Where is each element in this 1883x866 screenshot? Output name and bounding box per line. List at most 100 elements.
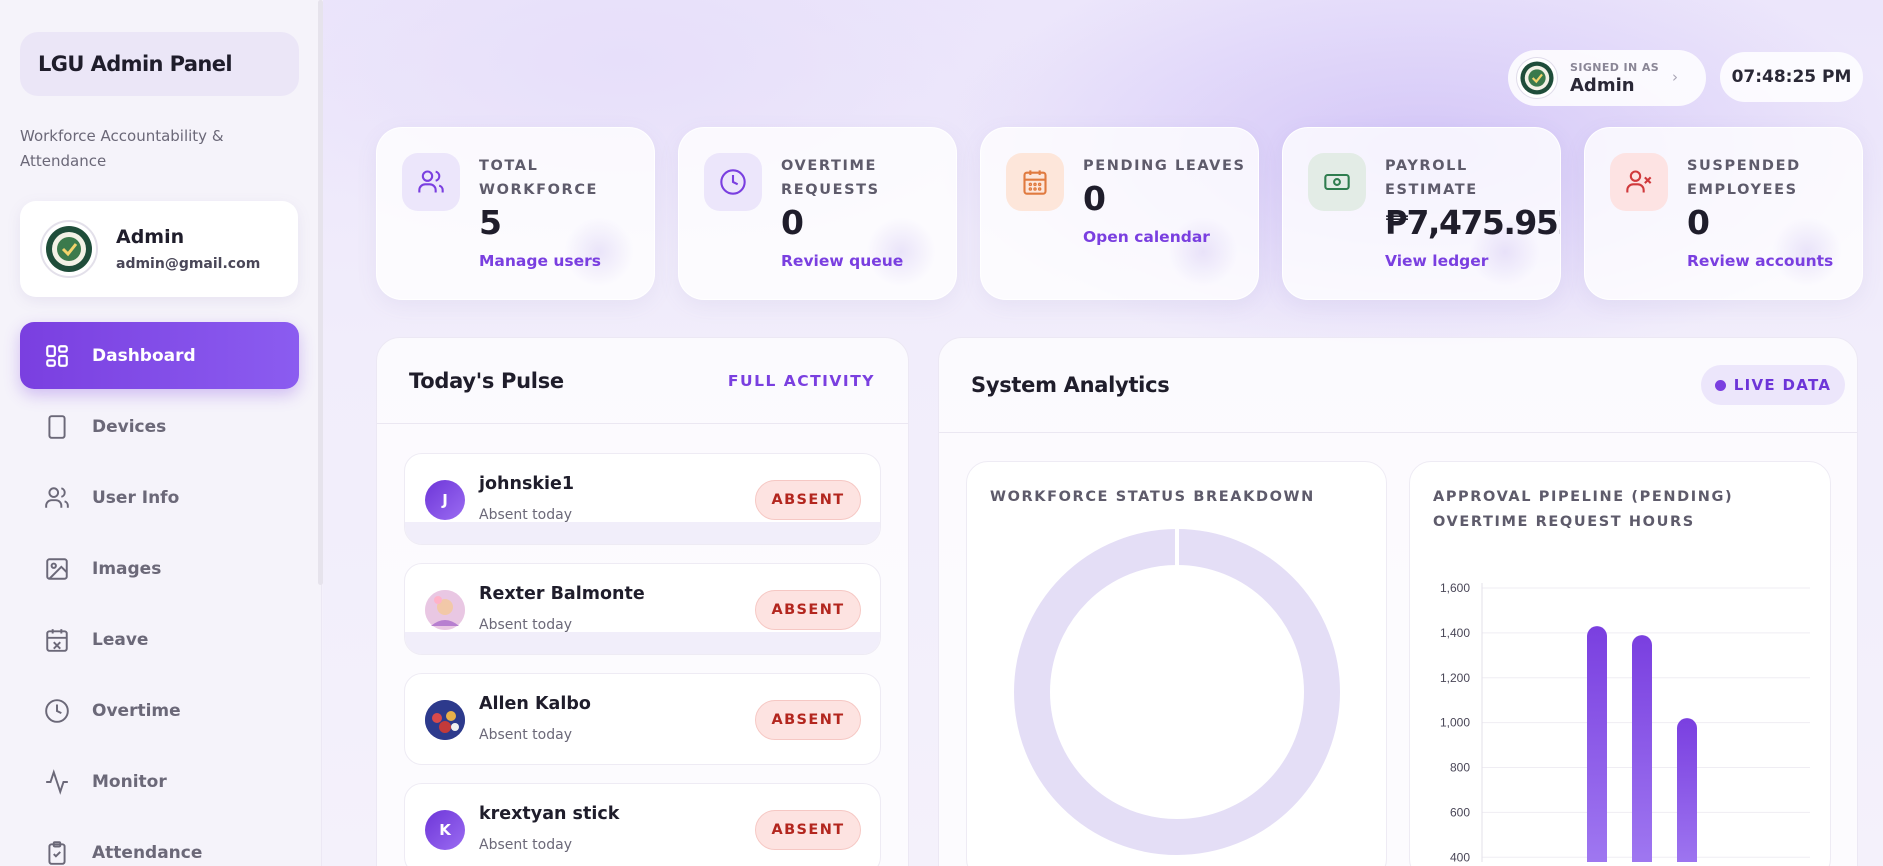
employee-name: johnskie1: [479, 474, 575, 494]
bar-chart: 2004006008001,0001,2001,4001,600: [1440, 581, 1810, 862]
users-icon: [402, 153, 460, 211]
banknote-icon: [1308, 153, 1366, 211]
todays-pulse-panel: Today's Pulse FULL ACTIVITY J johnskie1 …: [376, 337, 909, 866]
stat-title: TOTAL WORKFORCE: [479, 158, 599, 198]
chevron-right-icon: ›: [1672, 68, 1678, 86]
employee-status: Absent today: [479, 727, 572, 743]
avatar: K: [425, 810, 465, 850]
employee-status: Absent today: [479, 507, 572, 523]
employee-status: Absent today: [479, 617, 572, 633]
nav-label: Monitor: [92, 771, 167, 792]
avatar: J: [425, 480, 465, 520]
y-tick-label: 1,000: [1440, 716, 1470, 730]
nav-label: Devices: [92, 416, 167, 437]
pulse-title: Today's Pulse: [409, 368, 564, 393]
nav-overtime[interactable]: Overtime: [20, 677, 299, 744]
y-tick-label: 1,600: [1440, 581, 1470, 595]
nav-label: User Info: [92, 487, 180, 508]
calendar-icon: [1006, 153, 1064, 211]
bar[interactable]: [1587, 626, 1607, 862]
list-item[interactable]: Allen Kalbo Absent today ABSENT: [404, 673, 881, 765]
nav-devices[interactable]: Devices: [20, 393, 299, 460]
nav-label: Attendance: [92, 842, 203, 863]
full-activity-link[interactable]: FULL ACTIVITY: [728, 372, 875, 390]
employee-name: Allen Kalbo: [479, 694, 591, 714]
stat-title: PAYROLL ESTIMATE: [1385, 158, 1478, 198]
nav-images[interactable]: Images: [20, 535, 299, 602]
bar[interactable]: [1677, 718, 1697, 862]
nav-label: Images: [92, 558, 162, 579]
activity-icon: [42, 767, 72, 797]
stat-card-pending-leaves: PENDING LEAVES 0 Open calendar: [980, 127, 1259, 300]
nav-label: Dashboard: [92, 345, 196, 366]
tablet-icon: [42, 412, 72, 442]
stat-card-suspended-employees: SUSPENDED EMPLOYEES 0 Review accounts: [1584, 127, 1863, 300]
pulse-list: J johnskie1 Absent today ABSENT Rexter B…: [404, 453, 881, 866]
donut-ring: [1014, 529, 1340, 855]
approval-pipeline-chart: APPROVAL PIPELINE (PENDING) OVERTIME REQ…: [1409, 461, 1831, 866]
stat-title: SUSPENDED EMPLOYEES: [1687, 158, 1801, 198]
lgu-seal-icon: [1516, 57, 1558, 99]
nav-attendance[interactable]: Attendance: [20, 819, 299, 866]
stat-value: 0: [1083, 179, 1106, 218]
profile-name: Admin: [116, 226, 185, 248]
image-icon: [42, 554, 72, 584]
stat-value: 0: [1687, 203, 1710, 242]
y-tick-label: 1,200: [1440, 671, 1470, 685]
sidebar-nav: Dashboard Devices User Info Images Leave: [20, 322, 299, 866]
analytics-title: System Analytics: [971, 373, 1170, 397]
nav-monitor[interactable]: Monitor: [20, 748, 299, 815]
calendar-x-icon: [42, 625, 72, 655]
list-item[interactable]: K krextyan stick Absent today ABSENT: [404, 783, 881, 866]
nav-user-info[interactable]: User Info: [20, 464, 299, 531]
employee-status: Absent today: [479, 837, 572, 853]
donut-chart: [1014, 528, 1340, 855]
profile-card[interactable]: Admin admin@gmail.com: [20, 201, 298, 297]
users-icon: [42, 483, 72, 513]
y-tick-label: 800: [1450, 761, 1470, 775]
avatar: [425, 700, 465, 740]
signed-in-chip[interactable]: SIGNED IN AS Admin ›: [1508, 50, 1706, 106]
employee-name: krextyan stick: [479, 804, 620, 824]
nav-label: Leave: [92, 629, 149, 650]
live-data-badge[interactable]: LIVE DATA: [1701, 365, 1845, 405]
clipboard-check-icon: [42, 838, 72, 866]
sidebar: LGU Admin Panel Workforce Accountability…: [0, 0, 322, 866]
status-badge: ABSENT: [755, 590, 861, 630]
user-x-icon: [1610, 153, 1668, 211]
dashboard-icon: [42, 341, 72, 371]
review-accounts-link[interactable]: Review accounts: [1687, 252, 1833, 270]
live-data-label: LIVE DATA: [1733, 376, 1832, 394]
manage-users-link[interactable]: Manage users: [479, 252, 601, 270]
live-dot-icon: [1714, 379, 1726, 391]
y-tick-label: 1,400: [1440, 626, 1470, 640]
stat-title: PENDING LEAVES: [1083, 158, 1246, 174]
review-queue-link[interactable]: Review queue: [781, 252, 903, 270]
avatar: [425, 590, 465, 630]
stat-title: OVERTIME REQUESTS: [781, 158, 880, 198]
open-calendar-link[interactable]: Open calendar: [1083, 228, 1210, 246]
bar[interactable]: [1632, 635, 1652, 862]
lgu-seal-icon: [40, 220, 98, 278]
nav-dashboard[interactable]: Dashboard: [20, 322, 299, 389]
clock-icon: [704, 153, 762, 211]
stat-card-overtime-requests: OVERTIME REQUESTS 0 Review queue: [678, 127, 957, 300]
employee-name: Rexter Balmonte: [479, 584, 645, 604]
main-content: SIGNED IN AS Admin › 07:48:25 PM TOTAL W…: [323, 0, 1883, 866]
y-tick-label: 400: [1450, 850, 1470, 862]
profile-email: admin@gmail.com: [116, 256, 261, 272]
status-badge: ABSENT: [755, 810, 861, 850]
view-ledger-link[interactable]: View ledger: [1385, 252, 1488, 270]
stat-card-total-workforce: TOTAL WORKFORCE 5 Manage users: [376, 127, 655, 300]
nav-leave[interactable]: Leave: [20, 606, 299, 673]
list-item[interactable]: Rexter Balmonte Absent today ABSENT: [404, 563, 881, 655]
stat-value: 5: [479, 203, 502, 242]
stat-card-payroll-estimate: PAYROLL ESTIMATE ₱7,475.952 View ledger: [1282, 127, 1561, 300]
brand-title: LGU Admin Panel: [20, 32, 299, 96]
clock: 07:48:25 PM: [1720, 52, 1863, 102]
list-item[interactable]: J johnskie1 Absent today ABSENT: [404, 453, 881, 545]
signed-in-name: Admin: [1570, 74, 1635, 96]
system-analytics-panel: System Analytics LIVE DATA WORKFORCE STA…: [938, 337, 1858, 866]
status-badge: ABSENT: [755, 480, 861, 520]
stat-value: ₱7,475.952: [1385, 203, 1561, 242]
